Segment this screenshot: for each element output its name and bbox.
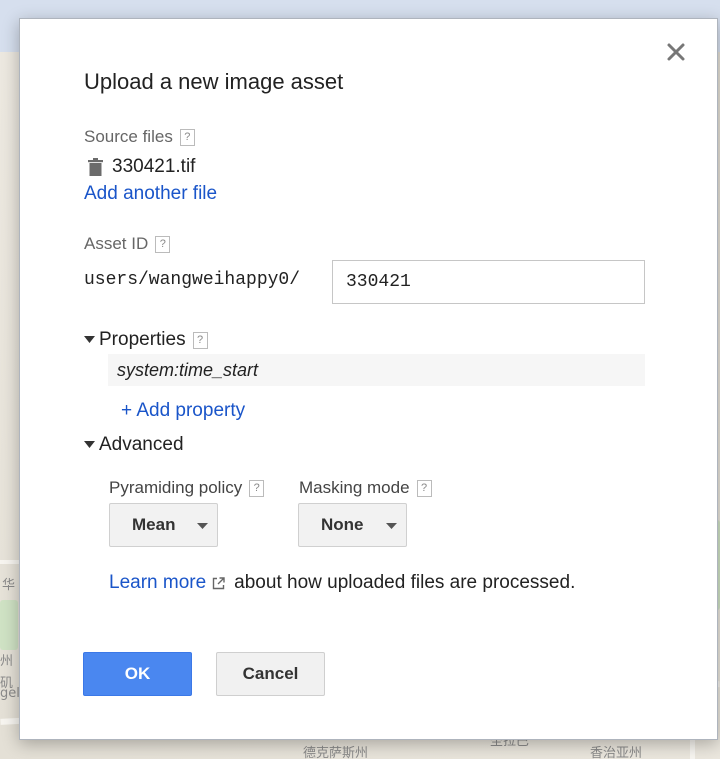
learn-more-link[interactable]: Learn more xyxy=(109,572,206,594)
masking-mode-select[interactable]: None xyxy=(298,503,407,547)
advanced-toggle[interactable]: Advanced xyxy=(84,434,184,456)
property-name: system:time_start xyxy=(117,359,259,380)
masking-mode-label: Masking mode ? xyxy=(299,478,432,498)
map-label: 华 xyxy=(2,578,16,593)
source-file-item: 330421.tif xyxy=(88,156,195,178)
dropdown-arrow-icon xyxy=(197,523,208,529)
map-label: 德克萨斯州 xyxy=(303,746,369,759)
ok-button[interactable]: OK xyxy=(83,652,192,696)
masking-mode-value: None xyxy=(321,515,364,534)
properties-label: Properties xyxy=(99,329,186,350)
asset-id-input[interactable] xyxy=(332,260,645,304)
cancel-button[interactable]: Cancel xyxy=(216,652,325,696)
pyramiding-policy-select[interactable]: Mean xyxy=(109,503,218,547)
trash-icon[interactable] xyxy=(88,158,103,176)
upload-image-asset-dialog: Upload a new image asset Source files ? … xyxy=(19,18,718,740)
help-icon[interactable]: ? xyxy=(155,235,171,253)
dialog-title: Upload a new image asset xyxy=(84,69,344,94)
advanced-label: Advanced xyxy=(99,434,184,455)
pyramiding-policy-label-text: Pyramiding policy xyxy=(109,478,243,497)
caret-down-icon xyxy=(84,336,95,344)
source-file-name: 330421.tif xyxy=(112,156,196,177)
learn-more-text: about how uploaded files are processed. xyxy=(234,572,576,593)
source-files-label-text: Source files xyxy=(84,127,173,146)
dropdown-arrow-icon xyxy=(386,523,397,529)
property-row[interactable]: system:time_start xyxy=(108,354,645,386)
map-label: 州 xyxy=(0,654,14,669)
help-icon[interactable]: ? xyxy=(179,128,195,146)
add-property-link[interactable]: + Add property xyxy=(121,400,245,422)
close-icon[interactable] xyxy=(663,39,689,65)
asset-id-prefix: users/wangweihappy0/ xyxy=(84,270,301,290)
masking-mode-label-text: Masking mode xyxy=(299,478,410,497)
external-link-icon[interactable] xyxy=(212,576,225,590)
pyramiding-policy-label: Pyramiding policy ? xyxy=(109,478,265,498)
help-icon[interactable]: ? xyxy=(249,479,265,497)
learn-more-row: Learn more about how uploaded files are … xyxy=(109,572,575,594)
add-another-file-link[interactable]: Add another file xyxy=(84,183,217,205)
asset-id-label: Asset ID ? xyxy=(84,234,171,254)
properties-toggle[interactable]: Properties ? xyxy=(84,329,208,351)
source-files-label: Source files ? xyxy=(84,127,195,147)
caret-down-icon xyxy=(84,441,95,449)
help-icon[interactable]: ? xyxy=(416,479,432,497)
asset-id-label-text: Asset ID xyxy=(84,234,149,253)
map-road xyxy=(0,560,20,564)
map-label: 香治亚州 xyxy=(590,746,643,759)
help-icon[interactable]: ? xyxy=(192,331,208,349)
pyramiding-policy-value: Mean xyxy=(132,515,176,534)
map-park xyxy=(0,600,18,650)
